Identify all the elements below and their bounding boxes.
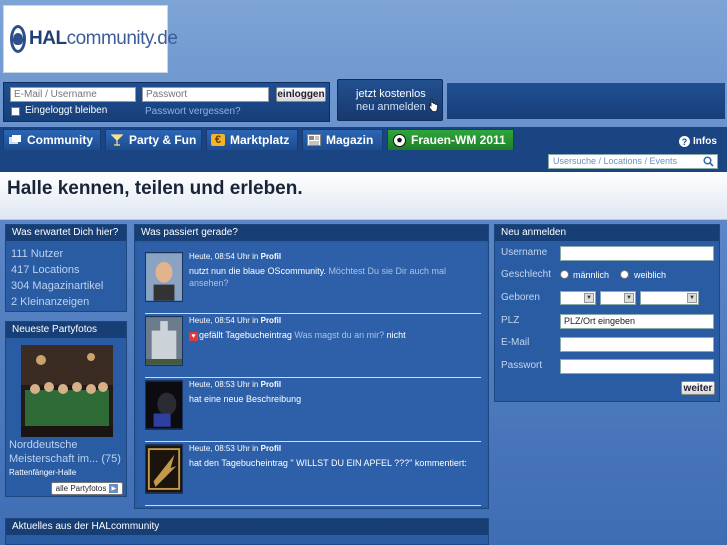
user-avatar[interactable] bbox=[145, 252, 183, 302]
chevron-down-icon: ▼ bbox=[687, 293, 697, 303]
feed-item-meta: Heute, 08:53 Uhr in Profil bbox=[189, 380, 282, 389]
profile-link[interactable]: Profil bbox=[261, 316, 281, 325]
infos-link[interactable]: ? Infos bbox=[679, 136, 717, 147]
heart-icon: ♥ bbox=[189, 332, 198, 341]
hand-cursor-icon bbox=[429, 98, 438, 112]
feed-item-text: nutzt nun die blaue OScommunity. Möchtes… bbox=[189, 266, 446, 288]
user-avatar[interactable] bbox=[145, 316, 183, 366]
party-location: Rattenfänger-Halle bbox=[9, 468, 77, 477]
feed-item-meta: Heute, 08:54 Uhr in Profil bbox=[189, 316, 282, 325]
site-logo[interactable]: HALcommunity.de bbox=[3, 5, 178, 73]
gender-female-label: weiblich bbox=[634, 270, 667, 280]
tab-party-fun[interactable]: Party & Fun bbox=[105, 129, 202, 150]
forgot-password-link[interactable]: Passwort vergessen? bbox=[145, 106, 241, 117]
signup-email-input[interactable] bbox=[560, 337, 714, 352]
search-icon[interactable] bbox=[703, 156, 714, 167]
feed-item: Heute, 08:53 Uhr in Profil hat den Tageb… bbox=[145, 444, 481, 506]
profile-link[interactable]: Profil bbox=[261, 444, 281, 453]
feed-item-text: hat den Tagebucheintrag " WILLST DU EIN … bbox=[189, 458, 467, 468]
feed-item: Heute, 08:53 Uhr in Profil hat eine neue… bbox=[145, 380, 481, 442]
headline-band: Halle kennen, teilen und erleben. bbox=[0, 172, 727, 220]
tab-marktplatz[interactable]: € Marktplatz bbox=[206, 129, 298, 150]
profile-link[interactable]: Profil bbox=[261, 380, 281, 389]
signup-title: Neu anmelden bbox=[495, 225, 719, 241]
login-bar: einloggen Eingeloggt bleiben Passwort ve… bbox=[3, 82, 330, 122]
chevron-down-icon: ▼ bbox=[624, 293, 634, 303]
info-icon: ? bbox=[679, 136, 690, 147]
tab-magazin[interactable]: Magazin bbox=[302, 129, 383, 150]
plz-label: PLZ bbox=[501, 315, 520, 326]
user-avatar[interactable] bbox=[145, 444, 183, 494]
tab-label: Marktplatz bbox=[230, 133, 290, 147]
feed-item-text: ♥ gefällt Tagebucheintrag Was magst du an… bbox=[189, 329, 479, 341]
football-icon bbox=[392, 133, 406, 147]
feed-item-link[interactable]: Was magst du an mir? bbox=[294, 330, 384, 340]
party-caption-line-1: Norddeutsche bbox=[9, 439, 78, 451]
euro-icon: € bbox=[211, 134, 225, 146]
birth-day-select[interactable]: ▼ bbox=[560, 291, 596, 305]
news-panel-title: Aktuelles aus der HALcommunity bbox=[6, 519, 488, 535]
page-title: Halle kennen, teilen und erleben. bbox=[7, 178, 303, 199]
arrow-right-icon: ▶ bbox=[109, 484, 119, 493]
gender-male-label: männlich bbox=[573, 270, 610, 280]
signup-password-input[interactable] bbox=[560, 359, 714, 374]
tab-label: Community bbox=[27, 133, 93, 147]
password-input[interactable] bbox=[142, 87, 269, 102]
stat-classifieds-link[interactable]: 2 Kleinanzeigen bbox=[11, 294, 126, 310]
feed-item: Heute, 08:54 Uhr in Profil nutzt nun die… bbox=[145, 252, 481, 314]
stat-articles-link[interactable]: 304 Magazinartikel bbox=[11, 278, 126, 294]
feed-item-meta: Heute, 08:54 Uhr in Profil bbox=[189, 252, 282, 261]
header-right-bar bbox=[447, 83, 725, 119]
register-now-button[interactable]: jetzt kostenlos neu anmelden bbox=[337, 79, 443, 121]
plz-input[interactable]: PLZ/Ort eingeben bbox=[560, 314, 714, 329]
gender-male-radio[interactable] bbox=[560, 270, 569, 279]
user-avatar[interactable] bbox=[145, 380, 183, 430]
party-caption-line-2: Meisterschaft im... (75) bbox=[9, 453, 121, 465]
news-panel: Aktuelles aus der HALcommunity bbox=[5, 518, 489, 545]
feed-item-text: hat eine neue Beschreibung bbox=[189, 394, 302, 404]
tab-label: Frauen-WM 2011 bbox=[411, 133, 506, 147]
tab-label: Magazin bbox=[326, 133, 374, 147]
email-label: E-Mail bbox=[501, 337, 530, 348]
cocktail-icon bbox=[110, 134, 124, 146]
all-party-photos-button[interactable]: alle Partyfotos ▶ bbox=[51, 482, 123, 495]
tab-community[interactable]: Community bbox=[3, 129, 101, 150]
logo-text: HALcommunity.de bbox=[29, 28, 178, 49]
stat-users-link[interactable]: 111 Nutzer bbox=[11, 246, 126, 262]
profile-link[interactable]: Profil bbox=[261, 252, 281, 261]
stat-locations-link[interactable]: 417 Locations bbox=[11, 262, 126, 278]
party-photos-title: Neueste Partyfotos bbox=[6, 322, 126, 338]
gender-label: Geschlecht bbox=[501, 269, 552, 280]
username-label: Username bbox=[501, 247, 548, 258]
signup-continue-button[interactable]: weiter bbox=[681, 381, 715, 395]
feed-item-meta: Heute, 08:53 Uhr in Profil bbox=[189, 444, 282, 453]
community-icon bbox=[8, 134, 22, 146]
site-search-input[interactable]: Usersuche / Locations / Events bbox=[548, 154, 718, 169]
gender-female-radio[interactable] bbox=[620, 270, 629, 279]
party-photos-panel: Neueste Partyfotos Norddeutsche Meisters… bbox=[5, 321, 127, 497]
password-label: Passwort bbox=[501, 360, 543, 371]
tab-label: Party & Fun bbox=[129, 133, 197, 147]
feed-item: Heute, 08:54 Uhr in Profil ♥ gefällt Tage… bbox=[145, 316, 481, 378]
email-username-input[interactable] bbox=[10, 87, 136, 102]
chevron-down-icon: ▼ bbox=[584, 293, 594, 303]
party-photo-thumbnail[interactable] bbox=[21, 345, 113, 437]
activity-feed-title: Was passiert gerade? bbox=[135, 225, 488, 241]
logo-mark-icon bbox=[10, 25, 26, 53]
signup-username-input[interactable] bbox=[560, 246, 714, 261]
birth-year-select[interactable]: ▼ bbox=[640, 291, 699, 305]
party-gallery-link[interactable]: Norddeutsche Meisterschaft im... (75) bbox=[9, 438, 121, 466]
remember-checkbox[interactable] bbox=[11, 107, 20, 116]
newspaper-icon bbox=[307, 134, 321, 146]
birth-month-select[interactable]: ▼ bbox=[600, 291, 636, 305]
search-placeholder: Usersuche / Locations / Events bbox=[553, 156, 678, 166]
tab-frauen-wm-2011[interactable]: Frauen-WM 2011 bbox=[387, 129, 514, 150]
infos-label: Infos bbox=[693, 136, 717, 147]
stats-panel-title: Was erwartet Dich hier? bbox=[6, 225, 126, 241]
stats-panel: Was erwartet Dich hier? 111 Nutzer 417 L… bbox=[5, 224, 127, 312]
birthdate-label: Geboren bbox=[501, 292, 540, 303]
login-button[interactable]: einloggen bbox=[276, 87, 326, 102]
remember-label: Eingeloggt bleiben bbox=[25, 105, 108, 116]
